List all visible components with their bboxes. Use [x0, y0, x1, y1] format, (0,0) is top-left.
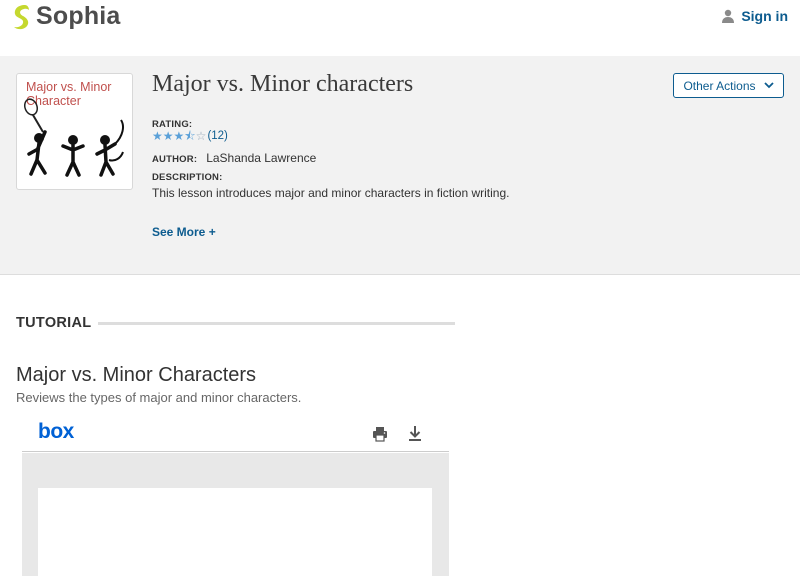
rating-count[interactable]: (12) — [207, 130, 227, 142]
author-name: LaShanda Lawrence — [206, 151, 317, 165]
star-full-icon: ★ — [173, 129, 185, 143]
document-page — [38, 488, 432, 576]
star-empty-icon: ☆ — [195, 129, 207, 143]
other-actions-button[interactable]: Other Actions — [673, 73, 784, 98]
description-label: DESCRIPTION: — [152, 172, 223, 183]
box-document-viewer[interactable]: box — [22, 417, 449, 576]
star-full-icon: ★ — [162, 129, 174, 143]
sophia-logo[interactable]: Sophia — [10, 2, 121, 31]
lesson-banner: Major vs. Minor Character Major vs. Mino… — [0, 56, 800, 275]
lesson-description: This lesson introduces major and minor c… — [152, 186, 510, 200]
viewer-toolbar: box — [22, 417, 449, 452]
sophia-logo-icon — [14, 4, 29, 29]
sign-in-label: Sign in — [741, 8, 788, 24]
chevron-down-icon — [763, 82, 774, 89]
star-full-icon: ★ — [152, 129, 163, 143]
viewer-canvas[interactable] — [22, 453, 449, 576]
tutorial-section-heading: TUTORIAL — [16, 315, 92, 331]
site-header: Sophia Sign in — [0, 0, 800, 56]
star-half-icon: ⯪ — [184, 129, 196, 143]
author-row: AUTHOR: LaShanda Lawrence — [152, 151, 316, 165]
box-logo[interactable]: box — [38, 420, 74, 444]
author-label: AUTHOR: — [152, 154, 198, 165]
download-icon[interactable] — [407, 425, 423, 442]
see-more-link[interactable]: See More + — [152, 225, 216, 239]
sign-in-link[interactable]: Sign in — [721, 8, 788, 24]
star-rating[interactable]: ★ ★ ★ ⯪ ☆ (12) — [152, 130, 228, 142]
tutorial-title: Major vs. Minor Characters — [16, 364, 257, 386]
tutorial-subtitle: Reviews the types of major and minor cha… — [16, 390, 302, 405]
print-icon[interactable] — [372, 426, 388, 442]
other-actions-label: Other Actions — [683, 78, 756, 93]
user-icon — [722, 9, 735, 23]
stick-figures-illustration — [23, 98, 124, 177]
brand-name: Sophia — [36, 2, 121, 30]
lesson-title: Major vs. Minor characters — [152, 71, 414, 97]
lesson-thumbnail: Major vs. Minor Character — [16, 73, 133, 190]
section-divider — [98, 322, 455, 325]
